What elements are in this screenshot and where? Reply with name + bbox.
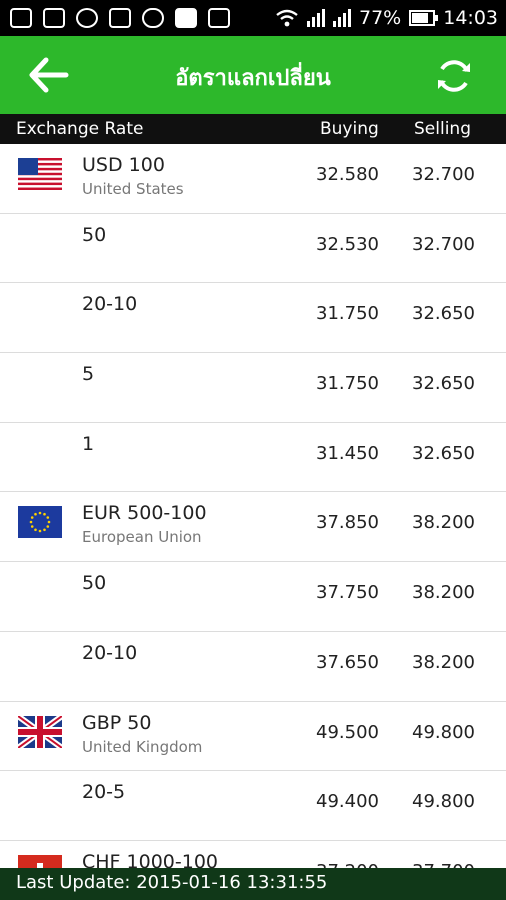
rate-row[interactable]: GBP 50 United Kingdom 49.500 49.800: [0, 702, 506, 772]
buying-rate: 37.750: [316, 582, 379, 604]
currency-denomination: USD 100: [82, 154, 165, 176]
message-icon: [142, 8, 164, 28]
currency-denomination: GBP 50: [82, 711, 152, 734]
image-icon: [43, 8, 65, 28]
last-update-text: Last Update: 2015-01-16 13:31:55: [16, 872, 328, 893]
rate-row[interactable]: 20-5 49.400 49.800: [0, 771, 506, 841]
currency-denomination: 50: [82, 572, 107, 595]
last-update-bar: Last Update: 2015-01-16 13:31:55: [0, 868, 506, 900]
rate-row[interactable]: EUR 500-100 European Union 37.850 38.200: [0, 492, 506, 563]
buying-rate: 32.530: [316, 233, 379, 255]
currency-denomination: EUR 500-100: [82, 502, 207, 525]
selling-rate: 32.650: [412, 373, 475, 395]
page-title: อัตราแลกเปลี่ยน: [175, 66, 331, 91]
buying-rate: 31.750: [316, 373, 379, 395]
header-exchange-rate: Exchange Rate: [16, 119, 144, 139]
currency-denomination: 20-10: [82, 293, 138, 316]
battery-percent: 77%: [359, 7, 402, 29]
selling-rate: 38.200: [412, 651, 475, 673]
rate-row[interactable]: 5 31.750 32.650: [0, 353, 506, 423]
currency-denomination: 5: [82, 363, 95, 386]
currency-denomination: 50: [82, 223, 107, 246]
sim1-signal-icon: [307, 9, 325, 27]
buying-rate: 49.400: [316, 791, 379, 813]
header-selling: Selling: [414, 119, 471, 139]
currency-denomination: 20-10: [82, 641, 138, 664]
buying-rate: 37.850: [316, 512, 379, 534]
buying-rate: 31.750: [316, 303, 379, 325]
rate-row[interactable]: 1 31.450 32.650: [0, 423, 506, 493]
buying-rate: 37.650: [316, 651, 379, 673]
notification-icons: [10, 6, 230, 30]
sd-card-icon: [208, 8, 230, 28]
selling-rate: 49.800: [412, 721, 475, 743]
missed-call-icon: [76, 8, 98, 28]
rate-row[interactable]: 50 32.530 32.700: [0, 214, 506, 284]
voicemail-icon: [109, 8, 131, 28]
rate-row[interactable]: USD 100 United States 32.580 32.700: [0, 144, 506, 214]
battery-icon: [409, 10, 439, 26]
line-app-icon: [175, 8, 197, 28]
refresh-icon[interactable]: [434, 56, 474, 96]
selling-rate: 38.200: [412, 582, 475, 604]
country-name: United States: [82, 180, 184, 198]
currency-denomination: 20-5: [82, 781, 126, 804]
rate-list[interactable]: USD 100 United States 32.580 32.700 50 32.530…: [0, 144, 506, 870]
column-header: Exchange Rate Buying Selling: [0, 114, 506, 144]
sim2-signal-icon: [333, 9, 351, 27]
buying-rate: 49.500: [316, 721, 379, 743]
wifi-icon: [276, 9, 298, 27]
status-bar: 77% 14:03: [0, 0, 506, 36]
buying-rate: 32.580: [316, 164, 379, 185]
clock: 14:03: [443, 7, 498, 29]
selling-rate: 49.800: [412, 791, 475, 813]
selling-rate: 32.700: [412, 164, 475, 185]
rate-row[interactable]: 20-10 31.750 32.650: [0, 283, 506, 354]
selling-rate: 32.700: [412, 233, 475, 255]
selling-rate: 38.200: [412, 512, 475, 534]
uk-flag: [18, 715, 62, 748]
app-bar: อัตราแลกเปลี่ยน: [0, 36, 506, 114]
eu-flag: [18, 506, 62, 539]
add-icon: [10, 8, 32, 28]
buying-rate: 31.450: [316, 442, 379, 464]
selling-rate: 32.650: [412, 442, 475, 464]
header-buying: Buying: [320, 119, 379, 139]
us-flag: [18, 158, 62, 190]
selling-rate: 32.650: [412, 303, 475, 325]
rate-row[interactable]: CHF 1000-10037.20037.700: [0, 841, 506, 870]
rate-row[interactable]: 50 37.750 38.200: [0, 562, 506, 632]
country-name: European Union: [82, 528, 202, 547]
country-name: United Kingdom: [82, 737, 203, 756]
rate-row[interactable]: 20-10 37.650 38.200: [0, 632, 506, 702]
currency-denomination: 1: [82, 432, 95, 455]
